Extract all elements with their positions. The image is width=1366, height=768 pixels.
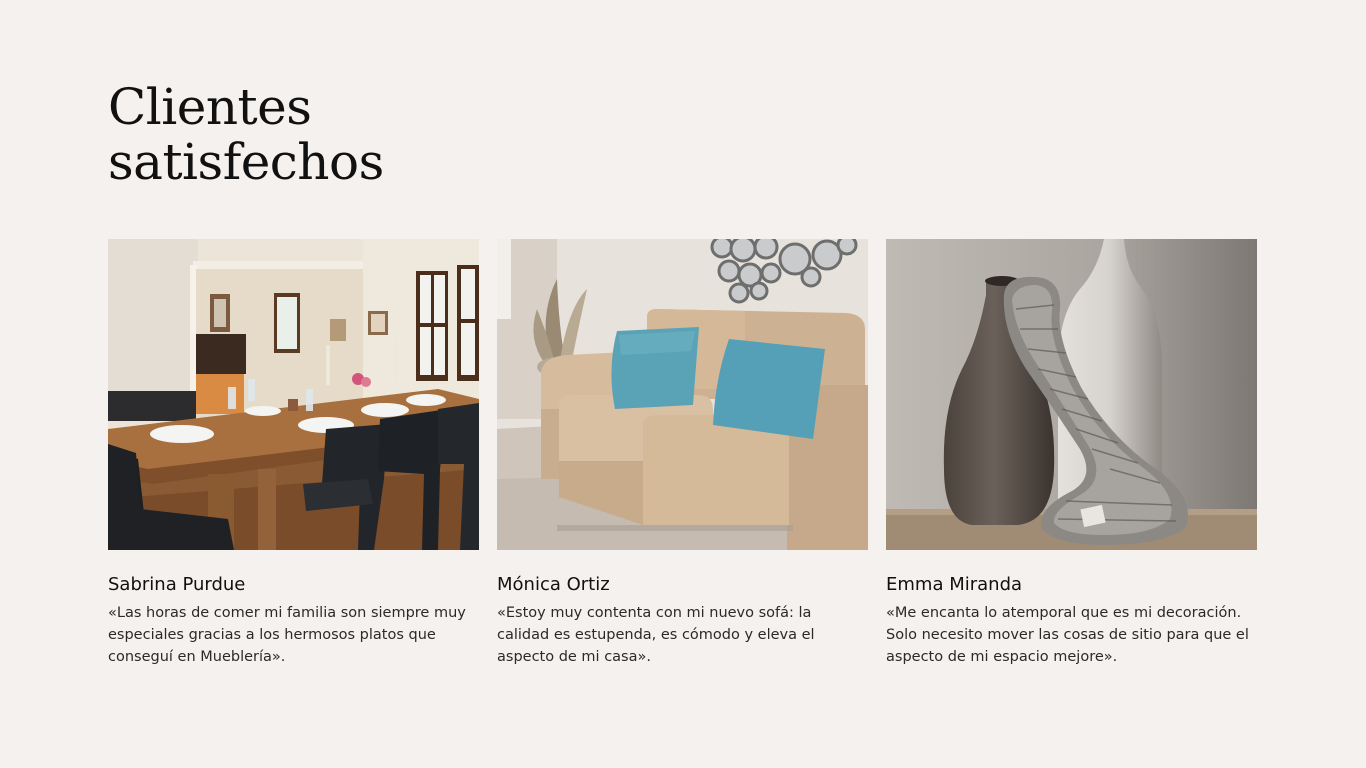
testimonial-quote: «Las horas de comer mi familia son siemp…: [108, 605, 466, 665]
title-line-2: satisfechos: [108, 133, 384, 191]
testimonial-card: Sabrina Purdue «Las horas de comer mi fa…: [108, 239, 479, 668]
testimonial-card: Mónica Ortiz «Estoy muy contenta con mi …: [497, 239, 868, 668]
testimonials-page: Clientes satisfechos Sabrina Purdue «Las…: [0, 0, 1366, 768]
page-title: Clientes satisfechos: [108, 80, 384, 190]
testimonial-cards: Sabrina Purdue «Las horas de comer mi fa…: [108, 239, 1257, 668]
vases-photo: [886, 239, 1257, 550]
testimonial-quote: «Me encanta lo atemporal que es mi decor…: [886, 605, 1249, 665]
testimonial-name: Sabrina Purdue: [108, 574, 246, 595]
testimonial-quote: «Estoy muy contenta con mi nuevo sofá: l…: [497, 605, 815, 665]
dining-room-photo: [108, 239, 479, 550]
testimonial-name: Mónica Ortiz: [497, 574, 610, 595]
testimonial-card: Emma Miranda «Me encanta lo atemporal qu…: [886, 239, 1257, 668]
testimonial-name: Emma Miranda: [886, 574, 1023, 595]
title-line-1: Clientes: [108, 78, 312, 136]
sofa-photo: [497, 239, 868, 550]
